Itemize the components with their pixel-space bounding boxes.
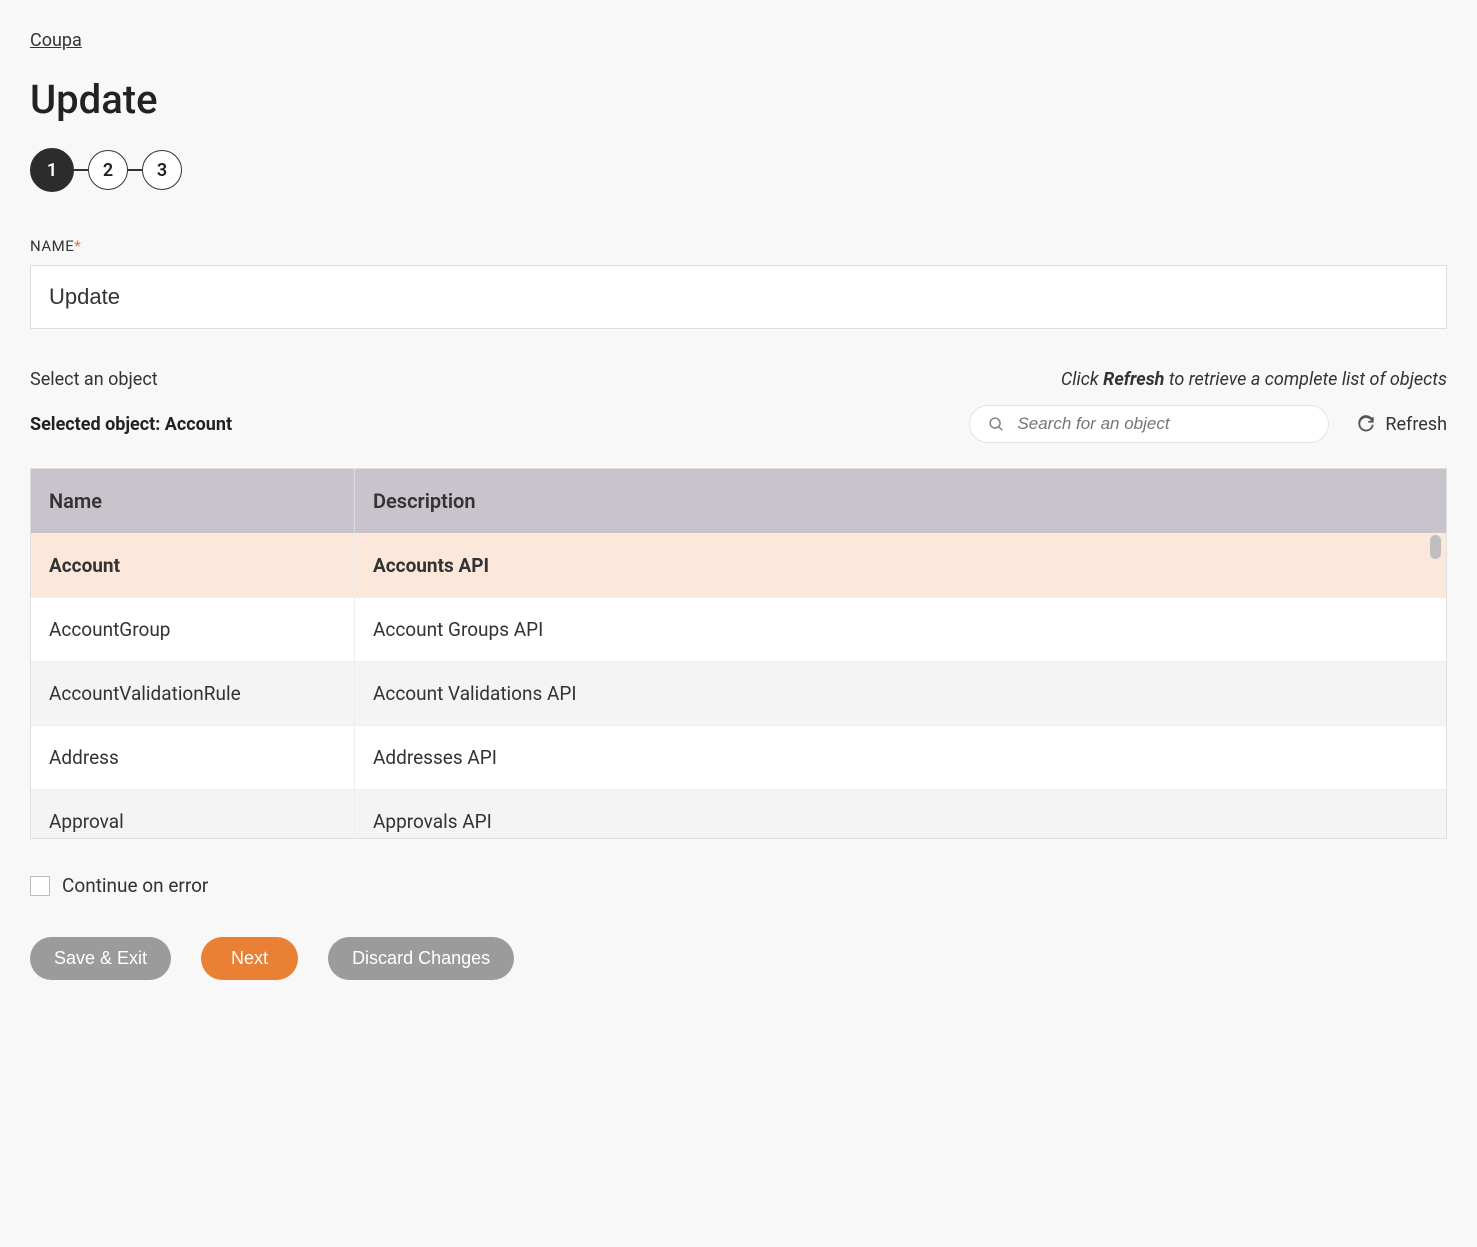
cell-description: Account Validations API: [355, 662, 1446, 725]
cell-description: Approvals API: [355, 790, 1446, 838]
step-connector: [74, 169, 88, 171]
name-input[interactable]: [30, 265, 1447, 329]
table-row[interactable]: AccountGroup Account Groups API: [31, 597, 1446, 661]
cell-name: AccountGroup: [31, 598, 355, 661]
continue-on-error-label: Continue on error: [62, 874, 208, 897]
search-wrapper: [969, 405, 1329, 443]
page-title: Update: [30, 76, 1447, 123]
save-exit-button[interactable]: Save & Exit: [30, 937, 171, 980]
stepper: 1 2 3: [30, 148, 1447, 192]
name-label: NAME*: [30, 237, 1447, 255]
step-3[interactable]: 3: [142, 150, 182, 190]
search-icon: [988, 416, 1005, 433]
next-button[interactable]: Next: [201, 937, 298, 980]
refresh-button[interactable]: Refresh: [1357, 414, 1447, 435]
step-1[interactable]: 1: [30, 148, 74, 192]
object-table: Name Description Account Accounts API Ac…: [30, 468, 1447, 839]
table-row[interactable]: Address Addresses API: [31, 725, 1446, 789]
selected-object-label: Selected object: Account: [30, 414, 232, 435]
cell-description: Accounts API: [355, 534, 1446, 597]
scrollbar-track[interactable]: [1426, 531, 1444, 833]
header-name: Name: [31, 469, 355, 533]
table-row[interactable]: Account Accounts API: [31, 533, 1446, 597]
table-row[interactable]: AccountValidationRule Account Validation…: [31, 661, 1446, 725]
scrollbar-thumb[interactable]: [1430, 535, 1441, 559]
table-body: Account Accounts API AccountGroup Accoun…: [31, 533, 1446, 838]
discard-button[interactable]: Discard Changes: [328, 937, 514, 980]
refresh-hint: Click Refresh to retrieve a complete lis…: [1061, 369, 1447, 390]
cell-name: Address: [31, 726, 355, 789]
cell-name: Account: [31, 534, 355, 597]
refresh-label: Refresh: [1385, 414, 1447, 435]
continue-on-error-checkbox[interactable]: [30, 876, 50, 896]
cell-description: Addresses API: [355, 726, 1446, 789]
header-description: Description: [355, 469, 1446, 533]
table-header-row: Name Description: [31, 469, 1446, 533]
select-object-prompt: Select an object: [30, 369, 158, 390]
cell-description: Account Groups API: [355, 598, 1446, 661]
cell-name: Approval: [31, 790, 355, 838]
breadcrumb-coupa[interactable]: Coupa: [30, 30, 82, 51]
table-row[interactable]: Approval Approvals API: [31, 789, 1446, 838]
step-connector: [128, 169, 142, 171]
search-input[interactable]: [1017, 414, 1310, 434]
required-star: *: [74, 237, 81, 255]
refresh-icon: [1357, 415, 1375, 433]
step-2[interactable]: 2: [88, 150, 128, 190]
cell-name: AccountValidationRule: [31, 662, 355, 725]
